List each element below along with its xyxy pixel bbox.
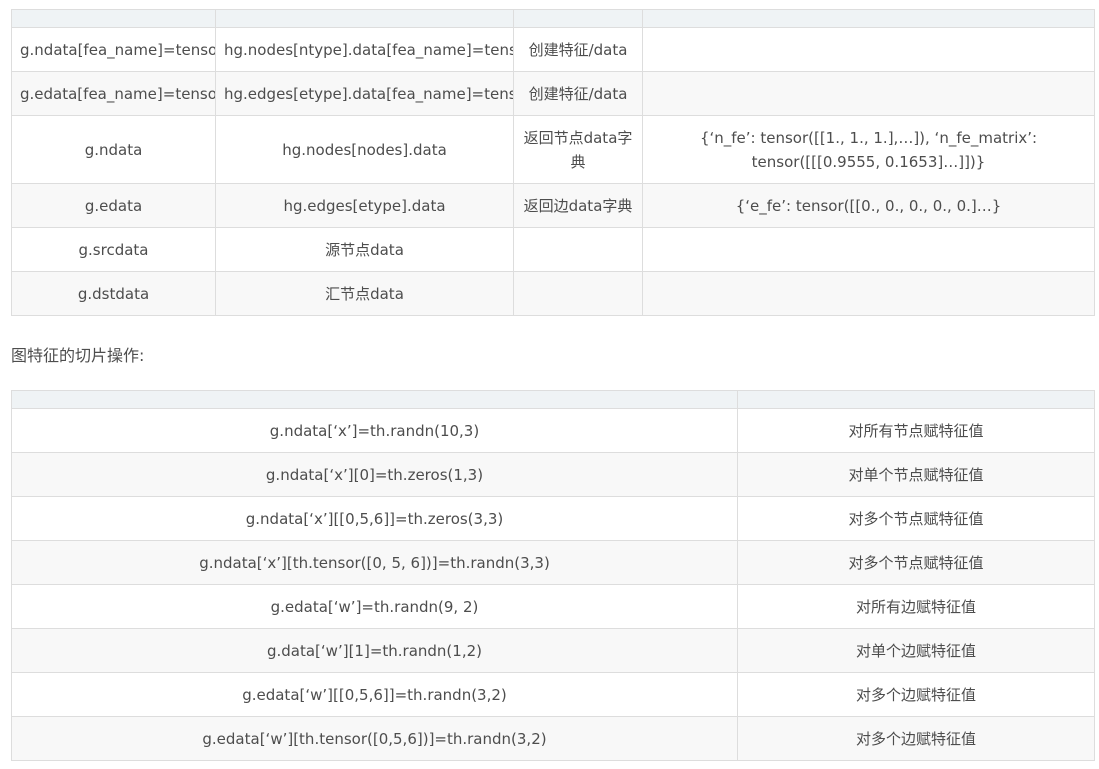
heterogeneous-api-cell: hg.edges[etype].data xyxy=(215,183,514,228)
header-cell xyxy=(737,390,1095,409)
slice-code-cell: g.ndata[‘x’][0]=th.zeros(1,3) xyxy=(11,452,738,497)
homogeneous-api-cell: g.edata[fea_name]=tensor xyxy=(11,71,216,116)
homogeneous-api-cell: g.ndata xyxy=(11,115,216,184)
slice-code-cell: g.ndata[‘x’]=th.randn(10,3) xyxy=(11,408,738,453)
header-cell xyxy=(11,390,738,409)
example-output-cell: {‘n_fe’: tensor([[1., 1., 1.],…]), ‘n_fe… xyxy=(642,115,1095,184)
table-row: g.dstdata 汇节点data xyxy=(11,271,1095,316)
header-cell xyxy=(642,9,1095,28)
heterogeneous-api-cell: hg.nodes[nodes].data xyxy=(215,115,514,184)
slice-code-cell: g.edata[‘w’][[0,5,6]]=th.randn(3,2) xyxy=(11,672,738,717)
homogeneous-api-cell: g.edata xyxy=(11,183,216,228)
slice-description-cell: 对所有边赋特征值 xyxy=(737,584,1095,629)
table-row: g.ndata[‘x’][[0,5,6]]=th.zeros(3,3) 对多个节… xyxy=(11,496,1095,541)
table-row: g.edata[‘w’]=th.randn(9, 2) 对所有边赋特征值 xyxy=(11,584,1095,629)
slice-description-cell: 对多个边赋特征值 xyxy=(737,672,1095,717)
header-cell xyxy=(11,9,216,28)
slice-description-cell: 对多个节点赋特征值 xyxy=(737,496,1095,541)
table-row: g.ndata[‘x’][0]=th.zeros(1,3) 对单个节点赋特征值 xyxy=(11,452,1095,497)
header-cell xyxy=(513,9,643,28)
slice-code-cell: g.ndata[‘x’][[0,5,6]]=th.zeros(3,3) xyxy=(11,496,738,541)
description-cell: 创建特征/data xyxy=(513,27,643,72)
example-output-cell xyxy=(642,227,1095,272)
slice-code-cell: g.edata[‘w’][th.tensor([0,5,6])]=th.rand… xyxy=(11,716,738,761)
header-cell xyxy=(215,9,514,28)
description-cell xyxy=(513,271,643,316)
slice-description-cell: 对多个节点赋特征值 xyxy=(737,540,1095,585)
slice-description-cell: 对单个边赋特征值 xyxy=(737,628,1095,673)
homogeneous-api-cell: g.ndata[fea_name]=tensor xyxy=(11,27,216,72)
slice-description-cell: 对多个边赋特征值 xyxy=(737,716,1095,761)
heterogeneous-api-cell: hg.nodes[ntype].data[fea_name]=tensor xyxy=(215,27,514,72)
slice-code-cell: g.ndata[‘x’][th.tensor([0, 5, 6])]=th.ra… xyxy=(11,540,738,585)
description-cell: 返回节点data字典 xyxy=(513,115,643,184)
description-cell: 返回边data字典 xyxy=(513,183,643,228)
graph-data-api-table: g.ndata[fea_name]=tensor hg.nodes[ntype]… xyxy=(11,9,1095,316)
heterogeneous-api-cell: 汇节点data xyxy=(215,271,514,316)
heterogeneous-api-cell: hg.edges[etype].data[fea_name]=tensor xyxy=(215,71,514,116)
slice-description-cell: 对所有节点赋特征值 xyxy=(737,408,1095,453)
feature-slicing-table: g.ndata[‘x’]=th.randn(10,3) 对所有节点赋特征值 g.… xyxy=(11,390,1095,761)
section-heading: 图特征的切片操作: xyxy=(11,346,145,365)
example-output-cell xyxy=(642,71,1095,116)
table-row: g.edata[‘w’][[0,5,6]]=th.randn(3,2) 对多个边… xyxy=(11,672,1095,717)
description-cell xyxy=(513,227,643,272)
example-output-cell: {‘e_fe’: tensor([[0., 0., 0., 0., 0.]…} xyxy=(642,183,1095,228)
table-row: g.ndata[fea_name]=tensor hg.nodes[ntype]… xyxy=(11,27,1095,72)
example-output-cell xyxy=(642,271,1095,316)
heterogeneous-api-cell: 源节点data xyxy=(215,227,514,272)
table-row: g.ndata[‘x’][th.tensor([0, 5, 6])]=th.ra… xyxy=(11,540,1095,585)
table-row: g.edata[‘w’][th.tensor([0,5,6])]=th.rand… xyxy=(11,716,1095,761)
example-output-cell xyxy=(642,27,1095,72)
table-row: g.data[‘w’][1]=th.randn(1,2) 对单个边赋特征值 xyxy=(11,628,1095,673)
slice-code-cell: g.data[‘w’][1]=th.randn(1,2) xyxy=(11,628,738,673)
table-row: g.srcdata 源节点data xyxy=(11,227,1095,272)
slice-code-cell: g.edata[‘w’]=th.randn(9, 2) xyxy=(11,584,738,629)
homogeneous-api-cell: g.srcdata xyxy=(11,227,216,272)
table-row: g.ndata[‘x’]=th.randn(10,3) 对所有节点赋特征值 xyxy=(11,408,1095,453)
table-row: g.edata hg.edges[etype].data 返回边data字典 {… xyxy=(11,183,1095,228)
description-cell: 创建特征/data xyxy=(513,71,643,116)
homogeneous-api-cell: g.dstdata xyxy=(11,271,216,316)
table-header-row xyxy=(11,390,1095,409)
slice-description-cell: 对单个节点赋特征值 xyxy=(737,452,1095,497)
table-row: g.edata[fea_name]=tensor hg.edges[etype]… xyxy=(11,71,1095,116)
table-header-row xyxy=(11,9,1095,28)
table-row: g.ndata hg.nodes[nodes].data 返回节点data字典 … xyxy=(11,115,1095,184)
